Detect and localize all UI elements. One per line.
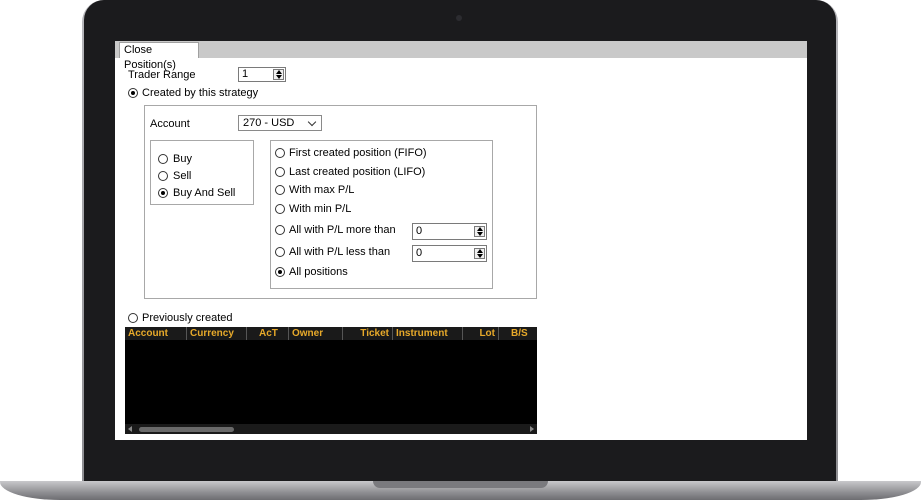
created-by-strategy-label: Created by this strategy — [142, 87, 259, 99]
account-dropdown[interactable]: 270 - USD — [238, 115, 322, 131]
position-label-min-pl: With min P/L — [289, 203, 352, 215]
column-header-account[interactable]: Account — [125, 327, 187, 340]
position-radio-pl-less-than[interactable] — [275, 247, 285, 257]
horizontal-scrollbar[interactable] — [125, 424, 537, 434]
position-label-pl-less-than: All with P/L less than — [289, 246, 391, 258]
tab-close-positions[interactable]: Close Position(s) — [119, 42, 199, 71]
column-header-lot[interactable]: Lot — [463, 327, 499, 340]
position-radio-pl-more-than[interactable] — [275, 225, 285, 235]
side-label-buy-and-sell: Buy And Sell — [173, 187, 236, 199]
created-by-strategy-radio[interactable] — [128, 88, 138, 98]
column-header-instrument[interactable]: Instrument — [393, 327, 463, 340]
camera-icon — [456, 15, 462, 21]
column-header-ticket[interactable]: Ticket — [343, 327, 393, 340]
account-value: 270 - USD — [243, 117, 295, 129]
side-radio-buy-and-sell[interactable] — [158, 188, 168, 198]
position-label-pl-more-than: All with P/L more than — [289, 224, 396, 236]
positions-table[interactable]: Account Currency AcT Owner Ticket Instru… — [125, 327, 537, 434]
trader-range-label: Trader Range — [128, 69, 196, 81]
pl-more-than-stepper[interactable]: 0 — [412, 223, 487, 240]
tab-bar: Close Position(s) — [115, 41, 807, 71]
position-radio-lifo[interactable] — [275, 167, 285, 177]
position-label-all-positions: All positions — [289, 266, 348, 278]
chevron-down-icon — [307, 117, 317, 127]
scroll-left-icon[interactable] — [128, 426, 132, 432]
trader-range-stepper[interactable]: 1 — [238, 67, 286, 82]
pl-less-than-stepper[interactable]: 0 — [412, 245, 487, 262]
side-radio-buy[interactable] — [158, 154, 168, 164]
position-radio-min-pl[interactable] — [275, 204, 285, 214]
pl-more-than-value: 0 — [416, 225, 423, 237]
scrollbar-thumb[interactable] — [139, 427, 234, 432]
pl-less-than-value: 0 — [416, 247, 423, 259]
position-label-fifo: First created position (FIFO) — [289, 147, 427, 159]
column-header-act[interactable]: AcT — [247, 327, 289, 340]
column-header-owner[interactable]: Owner — [289, 327, 343, 340]
laptop-hinge-notch — [373, 481, 548, 488]
trader-range-value: 1 — [242, 68, 249, 80]
column-header-currency[interactable]: Currency — [187, 327, 247, 340]
position-radio-all-positions[interactable] — [275, 267, 285, 277]
scroll-right-icon[interactable] — [530, 426, 534, 432]
side-label-sell: Sell — [173, 170, 192, 182]
side-label-buy: Buy — [173, 153, 192, 165]
stepper-arrows-icon[interactable] — [273, 69, 284, 80]
column-header-bs[interactable]: B/S — [499, 327, 537, 340]
side-radio-sell[interactable] — [158, 171, 168, 181]
position-label-lifo: Last created position (LIFO) — [289, 166, 426, 178]
screen: Close Position(s) Trader Range 1 Created… — [115, 41, 807, 440]
previously-created-radio[interactable] — [128, 313, 138, 323]
position-radio-fifo[interactable] — [275, 148, 285, 158]
previously-created-label: Previously created — [142, 312, 233, 324]
account-label: Account — [150, 118, 190, 130]
table-header: Account Currency AcT Owner Ticket Instru… — [125, 327, 537, 340]
position-label-max-pl: With max P/L — [289, 184, 355, 196]
stepper-arrows-icon[interactable] — [474, 226, 485, 237]
position-radio-max-pl[interactable] — [275, 185, 285, 195]
stepper-arrows-icon[interactable] — [474, 248, 485, 259]
